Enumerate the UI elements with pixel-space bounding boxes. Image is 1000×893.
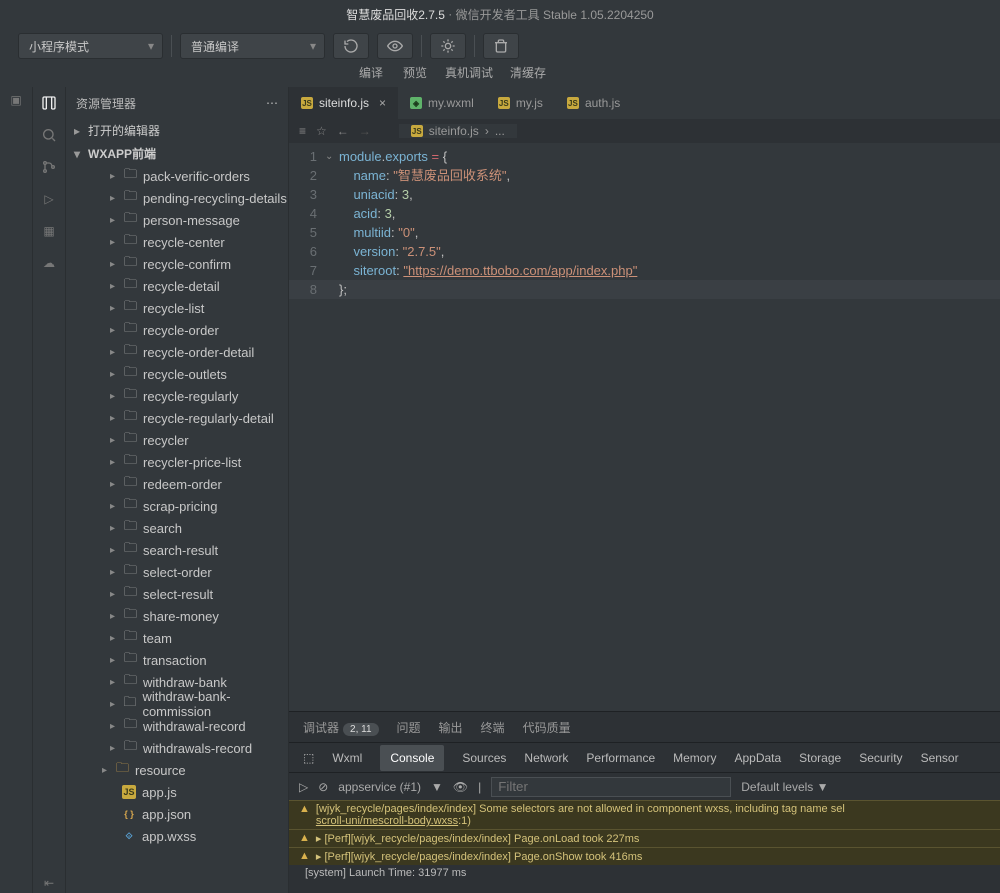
folder-recycle-order-detail[interactable]: ▸🗀recycle-order-detail [66, 341, 288, 363]
activity-bar: ▷ ▦ ☁ ⇤ [33, 87, 66, 893]
console-row: [system] Launch Time: 31977 ms [289, 865, 1000, 881]
console-row: ▲[wjyk_recycle/pages/index/index] Some s… [289, 800, 1000, 829]
folder-transaction[interactable]: ▸🗀transaction [66, 649, 288, 671]
tab-output[interactable]: 输出 [439, 719, 463, 736]
dt-console[interactable]: Console [380, 745, 444, 771]
folder-scrap-pricing[interactable]: ▸🗀scrap-pricing [66, 495, 288, 517]
folder-resource[interactable]: ▸🗀resource [66, 759, 288, 781]
tab-debugger[interactable]: 调试器2, 11 [303, 719, 379, 736]
tab-terminal[interactable]: 终端 [481, 719, 505, 736]
folder-search-result[interactable]: ▸🗀search-result [66, 539, 288, 561]
tab-siteinfo.js[interactable]: JSsiteinfo.js× [289, 87, 398, 119]
dt-performance[interactable]: Performance [586, 745, 655, 771]
dt-memory[interactable]: Memory [673, 745, 716, 771]
tool-title: 微信开发者工具 Stable 1.05.2204250 [456, 6, 654, 23]
tab-issues[interactable]: 问题 [397, 719, 421, 736]
top-toolbar: 小程序模式 普通编译 [0, 28, 1000, 64]
eye-icon[interactable]: 👁 [453, 780, 468, 794]
more-icon[interactable]: ⋯ [266, 96, 278, 110]
console-levels[interactable]: Default levels ▼ [741, 780, 828, 794]
app-title: 智慧废品回收2.7.5 [346, 6, 445, 23]
folder-person-message[interactable]: ▸🗀person-message [66, 209, 288, 231]
folder-pending-recycling-details[interactable]: ▸🗀pending-recycling-details [66, 187, 288, 209]
open-editors-section[interactable]: ▸打开的编辑器 [66, 119, 288, 142]
tab-my.js[interactable]: JSmy.js [486, 87, 555, 119]
explorer-title: 资源管理器 [76, 95, 136, 112]
folder-select-order[interactable]: ▸🗀select-order [66, 561, 288, 583]
tab-my.wxml[interactable]: ◈my.wxml [398, 87, 486, 119]
outline-icon[interactable]: ≡ [299, 124, 306, 138]
window-controls: ▣ [0, 87, 33, 893]
file-appjs[interactable]: JSapp.js [66, 781, 288, 803]
toolbar-labels: 编译 预览 真机调试 清缓存 [0, 64, 1000, 87]
dt-storage[interactable]: Storage [799, 745, 841, 771]
editor-tabs: JSsiteinfo.js×◈my.wxmlJSmy.jsJSauth.js [289, 87, 1000, 119]
nav-back-icon[interactable]: ← [337, 124, 349, 138]
folder-recycler[interactable]: ▸🗀recycler [66, 429, 288, 451]
preview-button[interactable] [377, 33, 413, 59]
explorer-icon[interactable] [39, 93, 59, 113]
dt-sources[interactable]: Sources [462, 745, 506, 771]
file-appjson[interactable]: { }app.json [66, 803, 288, 825]
dt-appdata[interactable]: AppData [734, 745, 781, 771]
folder-recycle-confirm[interactable]: ▸🗀recycle-confirm [66, 253, 288, 275]
explorer-sidebar: 资源管理器 ⋯ ▸打开的编辑器 ▾WXAPP前端 ▸🗀pack-verific-… [66, 87, 289, 893]
cloud-icon[interactable]: ☁ [39, 253, 59, 273]
console-row: ▲▸ [Perf][wjyk_recycle/pages/index/index… [289, 829, 1000, 847]
folder-withdrawals-record[interactable]: ▸🗀withdrawals-record [66, 737, 288, 759]
file-appwxss[interactable]: ⟐app.wxss [66, 825, 288, 847]
folder-pack-verific-orders[interactable]: ▸🗀pack-verific-orders [66, 165, 288, 187]
folder-share-money[interactable]: ▸🗀share-money [66, 605, 288, 627]
git-icon[interactable] [39, 157, 59, 177]
console-row: ▲▸ [Perf][wjyk_recycle/pages/index/index… [289, 847, 1000, 865]
folder-recycle-center[interactable]: ▸🗀recycle-center [66, 231, 288, 253]
console-clear-icon[interactable]: ⊘ [318, 780, 328, 794]
folder-redeem-order[interactable]: ▸🗀redeem-order [66, 473, 288, 495]
dt-wxml[interactable]: Wxml [332, 745, 362, 771]
folder-recycler-price-list[interactable]: ▸🗀recycler-price-list [66, 451, 288, 473]
title-bar: 智慧废品回收2.7.5 · 微信开发者工具 Stable 1.05.220425… [0, 0, 1000, 28]
folder-recycle-regularly[interactable]: ▸🗀recycle-regularly [66, 385, 288, 407]
devtools-tabs: ⬚ Wxml Console Sources Network Performan… [289, 742, 1000, 772]
search-icon[interactable] [39, 125, 59, 145]
folder-recycle-order[interactable]: ▸🗀recycle-order [66, 319, 288, 341]
folder-recycle-detail[interactable]: ▸🗀recycle-detail [66, 275, 288, 297]
remote-debug-button[interactable] [430, 33, 466, 59]
tab-quality[interactable]: 代码质量 [523, 719, 571, 736]
project-section[interactable]: ▾WXAPP前端 [66, 142, 288, 165]
breadcrumb-file[interactable]: siteinfo.js [429, 124, 479, 138]
mode-dropdown[interactable]: 小程序模式 [18, 33, 163, 59]
file-tree: ▸🗀pack-verific-orders▸🗀pending-recycling… [66, 165, 288, 893]
breadcrumb-row: ≡ ☆ ← → JSsiteinfo.js›... [289, 119, 1000, 143]
compile-dropdown[interactable]: 普通编译 [180, 33, 325, 59]
run-icon[interactable]: ▷ [39, 189, 59, 209]
compile-button[interactable] [333, 33, 369, 59]
folder-recycle-outlets[interactable]: ▸🗀recycle-outlets [66, 363, 288, 385]
bottom-panel: 调试器2, 11 问题 输出 终端 代码质量 ⬚ Wxml Console So… [289, 711, 1000, 893]
folder-recycle-regularly-detail[interactable]: ▸🗀recycle-regularly-detail [66, 407, 288, 429]
dt-network[interactable]: Network [524, 745, 568, 771]
bookmark-icon[interactable]: ☆ [316, 124, 327, 138]
inspect-icon[interactable]: ⬚ [303, 751, 314, 765]
folder-search[interactable]: ▸🗀search [66, 517, 288, 539]
dt-security[interactable]: Security [859, 745, 902, 771]
extensions-icon[interactable]: ▦ [39, 221, 59, 241]
layout-icon[interactable]: ▣ [10, 93, 21, 107]
folder-select-result[interactable]: ▸🗀select-result [66, 583, 288, 605]
console-output[interactable]: ▲[wjyk_recycle/pages/index/index] Some s… [289, 800, 1000, 893]
collapse-icon[interactable]: ⇤ [39, 873, 59, 893]
tab-auth.js[interactable]: JSauth.js [555, 87, 632, 119]
clear-cache-button[interactable] [483, 33, 519, 59]
console-play-icon[interactable]: ▷ [299, 780, 308, 794]
code-editor[interactable]: 12345678 ⌄ module.exports = { name: "智慧废… [289, 143, 1000, 711]
folder-withdraw-bank-commission[interactable]: ▸🗀withdraw-bank-commission [66, 693, 288, 715]
console-scope[interactable]: appservice (#1) [338, 780, 421, 794]
console-filter-input[interactable] [491, 777, 731, 797]
folder-recycle-list[interactable]: ▸🗀recycle-list [66, 297, 288, 319]
dt-sensor[interactable]: Sensor [921, 745, 959, 771]
nav-fwd-icon[interactable]: → [359, 124, 371, 138]
folder-team[interactable]: ▸🗀team [66, 627, 288, 649]
